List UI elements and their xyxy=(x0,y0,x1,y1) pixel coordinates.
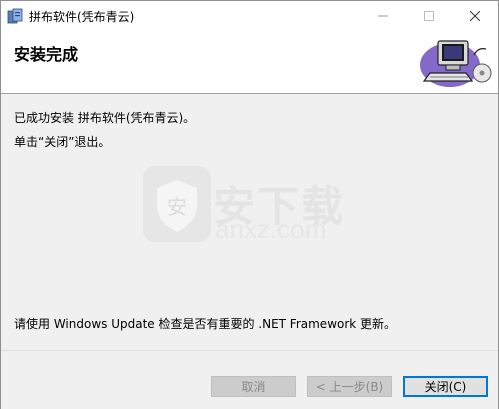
minimize-icon xyxy=(378,15,388,17)
page-title: 安装完成 xyxy=(14,45,79,64)
button-bar: 取消 < 上一步(B) 关闭(C) xyxy=(1,350,498,409)
computer-cd-icon xyxy=(420,40,492,87)
watermark-subtext: anxz.com xyxy=(215,214,327,244)
installer-icon xyxy=(7,8,23,24)
back-button[interactable]: < 上一步(B) xyxy=(307,376,392,397)
success-message: 已成功安装 拼布软件(凭布青云)。 xyxy=(14,111,196,125)
update-hint: 请使用 Windows Update 检查是否有重要的 .NET Framewo… xyxy=(14,317,397,331)
minimize-button[interactable] xyxy=(360,1,406,31)
close-window-button[interactable] xyxy=(452,1,498,31)
installer-window: 拼布软件(凭布青云) 安装完成 已成功安装 拼布软件(凭布青云)。 单击“关闭”… xyxy=(0,0,499,409)
exit-instruction: 单击“关闭”退出。 xyxy=(14,135,111,149)
watermark-badge: 安 xyxy=(167,195,187,219)
close-button[interactable]: 关闭(C) xyxy=(403,376,488,397)
close-icon xyxy=(470,11,480,21)
cancel-button[interactable]: 取消 xyxy=(211,376,296,397)
header-banner: 安装完成 xyxy=(1,31,498,94)
maximize-button[interactable] xyxy=(406,1,452,31)
maximize-icon xyxy=(424,11,434,21)
title-bar[interactable]: 拼布软件(凭布青云) xyxy=(1,1,498,31)
content-area: 已成功安装 拼布软件(凭布青云)。 单击“关闭”退出。 安 安下载 anxz.c… xyxy=(1,94,498,350)
window-title: 拼布软件(凭布青云) xyxy=(29,10,135,24)
